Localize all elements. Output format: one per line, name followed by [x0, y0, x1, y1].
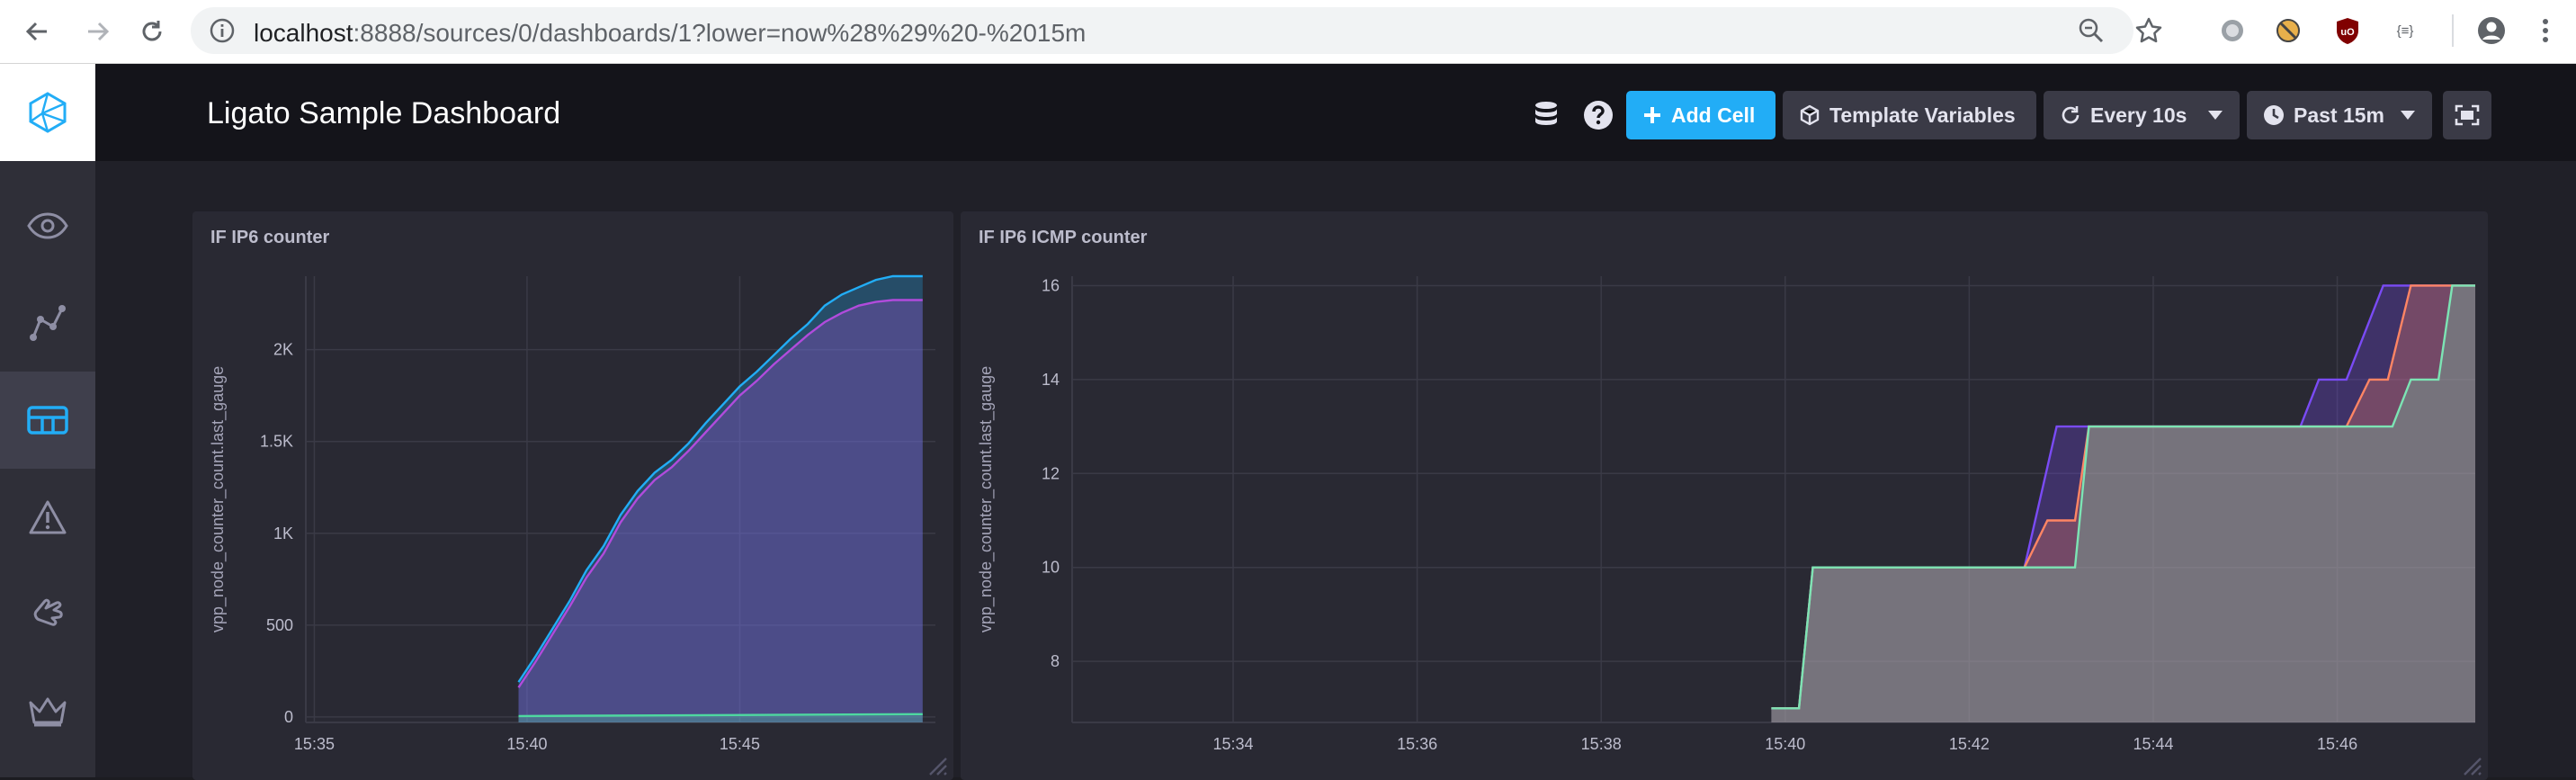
add-cell-label: Add Cell: [1671, 103, 1756, 127]
extension-circle-icon[interactable]: [2216, 14, 2249, 47]
autorefresh-dropdown[interactable]: Every 10s: [2044, 91, 2240, 139]
extension-block-icon[interactable]: [2272, 14, 2304, 47]
x-tick-label: 15:40: [506, 735, 547, 753]
dashboards-icon: [27, 406, 68, 435]
expand-icon: [2455, 104, 2480, 126]
y-tick-label: 14: [1042, 371, 1060, 389]
url-text[interactable]: localhost:8888/sources/0/dashboards/1?lo…: [254, 19, 1086, 48]
plus-icon: [1644, 107, 1660, 123]
y-tick-label: 1K: [273, 524, 293, 542]
time-range-label: Past 15m: [2294, 103, 2385, 127]
reload-icon: [142, 21, 162, 41]
clock-icon: [2264, 105, 2284, 125]
graph-icon: [30, 305, 66, 341]
sidebar-item-data-explorer[interactable]: [0, 274, 95, 372]
autorefresh-label: Every 10s: [2090, 103, 2187, 127]
y-tick-label: 16: [1042, 276, 1060, 294]
y-tick-label: 500: [266, 616, 293, 634]
x-tick-label: 15:46: [2317, 735, 2357, 753]
x-tick-label: 15:36: [1397, 735, 1437, 753]
reload-button[interactable]: [133, 13, 171, 50]
x-tick-label: 15:38: [1581, 735, 1622, 753]
y-tick-label: 12: [1042, 464, 1060, 482]
svg-text:uO: uO: [2340, 27, 2355, 38]
eye-icon: [27, 212, 68, 239]
browser-menu-icon[interactable]: [2529, 14, 2562, 47]
zoom-icon[interactable]: [2076, 15, 2106, 46]
y-tick-label: 2K: [273, 341, 293, 359]
help-icon: [1584, 101, 1613, 130]
back-button[interactable]: [18, 13, 56, 50]
if-ip6-counter-chart[interactable]: vpp_node_counter_count.last_gauge 0 500 1K 1…: [192, 211, 953, 780]
chronograf-logo[interactable]: [0, 64, 95, 161]
resize-handle-icon[interactable]: [2457, 751, 2482, 776]
dashboard-cell-if-ip6-counter[interactable]: IF IP6 counter vpp_node_counter_count.la…: [192, 211, 953, 780]
forward-button[interactable]: [79, 13, 117, 50]
y-tick-label: 10: [1042, 559, 1060, 577]
dashboard-header: Ligato Sample Dashboard Add Cell Templat…: [95, 64, 2576, 161]
crown-icon: [29, 697, 67, 727]
hand-icon: [33, 598, 63, 626]
address-bar[interactable]: localhost:8888/sources/0/dashboards/1?lo…: [191, 7, 2162, 54]
help-button[interactable]: [1581, 98, 1615, 132]
app-sidebar: [0, 64, 95, 777]
caret-down-icon: [2208, 111, 2223, 120]
x-tick-label: 15:44: [2133, 735, 2173, 753]
y-tick-label: 0: [284, 708, 293, 726]
url-host: localhost: [254, 19, 353, 47]
cube-icon: [1800, 104, 1820, 126]
time-range-dropdown[interactable]: Past 15m: [2247, 91, 2432, 139]
resize-handle-icon[interactable]: [923, 751, 948, 776]
y-axis-label: vpp_node_counter_count.last_gauge: [209, 366, 228, 632]
x-tick-label: 15:34: [1212, 735, 1253, 753]
x-tick-label: 15:45: [720, 735, 760, 753]
if-ip6-icmp-counter-chart[interactable]: vpp_node_counter_count.last_gauge 8 10 12 14…: [961, 211, 2488, 780]
x-tick-label: 15:40: [1765, 735, 1805, 753]
page-title[interactable]: Ligato Sample Dashboard: [207, 96, 560, 131]
svg-text:{≡}: {≡}: [2397, 23, 2414, 39]
add-cell-button[interactable]: Add Cell: [1626, 91, 1775, 139]
y-tick-label: 1.5K: [260, 433, 293, 451]
dashboard-body: IF IP6 counter vpp_node_counter_count.la…: [95, 161, 2576, 780]
template-variables-button[interactable]: Template Variables: [1783, 91, 2036, 139]
alert-icon: [29, 500, 67, 534]
x-tick-label: 15:35: [294, 735, 335, 753]
sidebar-item-admin[interactable]: [0, 663, 95, 760]
back-arrow-icon: [25, 22, 47, 41]
dashboard-cell-if-ip6-icmp-counter[interactable]: IF IP6 ICMP counter vpp_node_counter_cou…: [961, 211, 2488, 780]
y-tick-label: 8: [1051, 652, 1060, 670]
x-tick-label: 15:42: [1949, 735, 1990, 753]
y-axis-label: vpp_node_counter_count.last_gauge: [977, 366, 996, 632]
browser-toolbar: localhost:8888/sources/0/dashboards/1?lo…: [0, 0, 2576, 64]
database-button[interactable]: [1529, 98, 1563, 132]
series-area: [518, 300, 923, 722]
caret-down-icon: [2401, 111, 2415, 120]
database-icon: [1535, 102, 1557, 125]
sidebar-item-log-viewer[interactable]: [0, 566, 95, 663]
url-path: :8888/sources/0/dashboards/1?lower=now%2…: [353, 19, 1087, 47]
logo-icon: [29, 92, 67, 133]
profile-avatar-icon[interactable]: [2475, 14, 2508, 47]
bookmark-star-icon[interactable]: [2133, 15, 2164, 46]
ublock-shield-icon[interactable]: uO: [2331, 14, 2364, 47]
json-viewer-icon[interactable]: {≡}: [2389, 14, 2421, 47]
template-variables-label: Template Variables: [1829, 103, 2016, 127]
presentation-mode-button[interactable]: [2443, 91, 2491, 139]
sidebar-item-host-list[interactable]: [0, 177, 95, 274]
info-icon[interactable]: [207, 15, 237, 46]
forward-arrow-icon: [88, 22, 110, 41]
toolbar-divider: [2452, 14, 2454, 47]
sidebar-item-alerting[interactable]: [0, 469, 95, 566]
refresh-icon: [2062, 106, 2080, 124]
sidebar-item-dashboards[interactable]: [0, 372, 95, 469]
